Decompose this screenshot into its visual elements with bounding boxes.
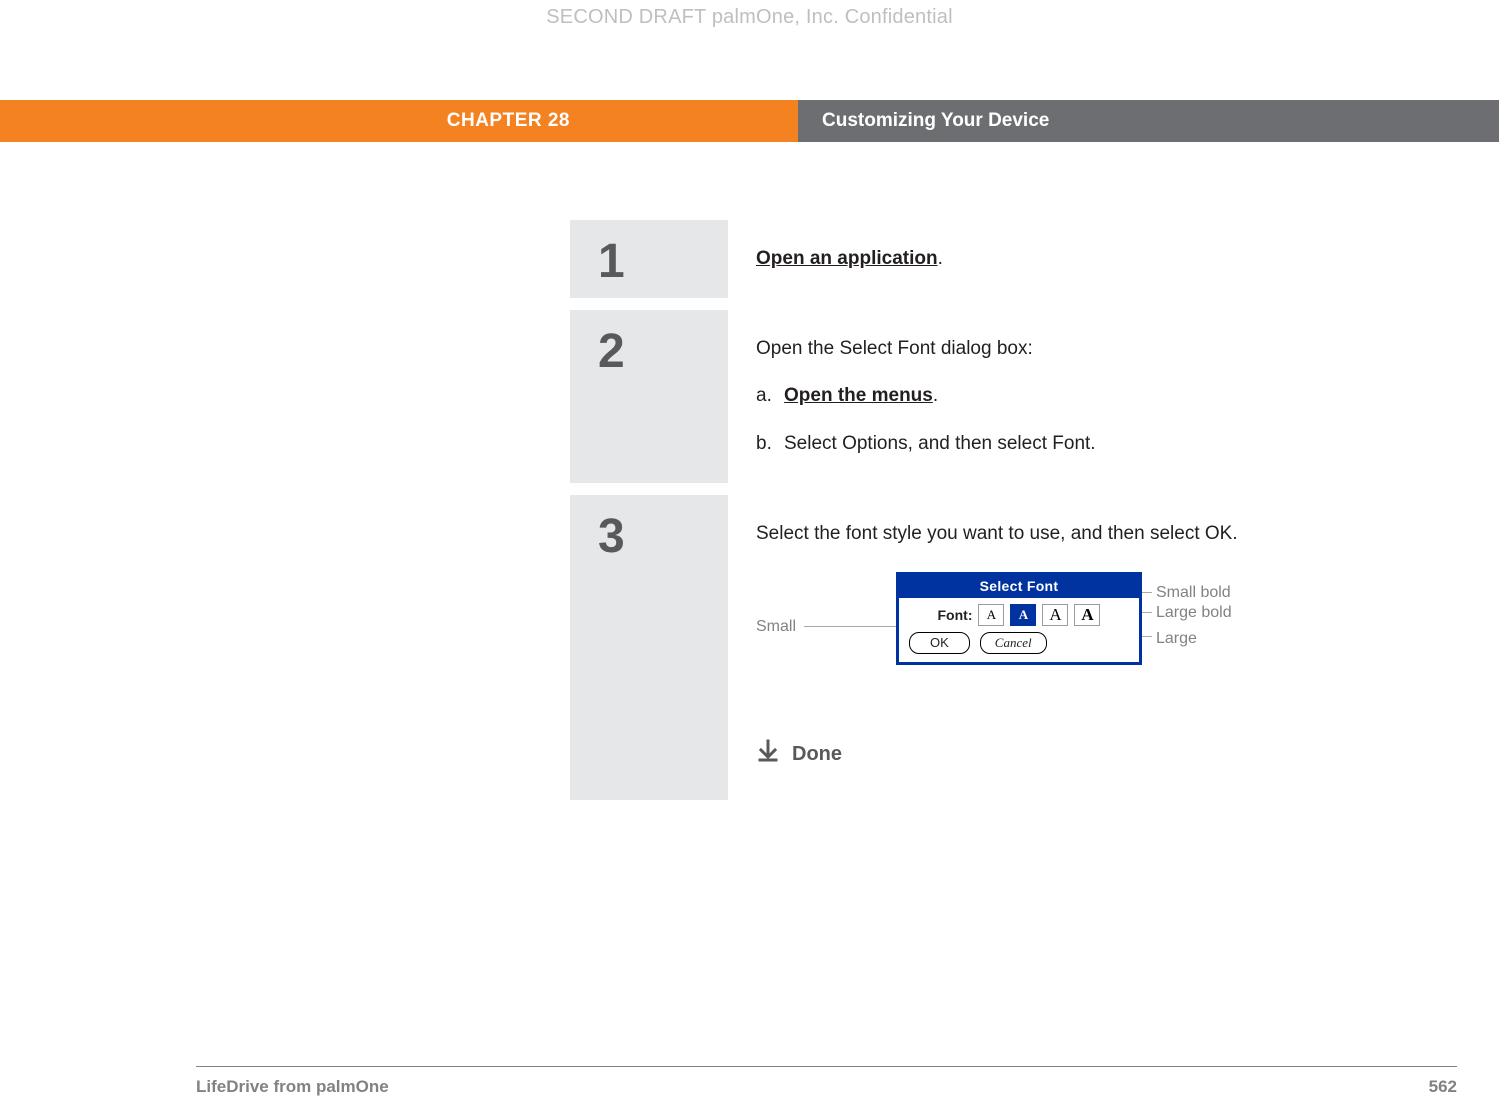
step-3-text: Select the font style you want to use, a… — [756, 521, 1472, 547]
step-2: 2 Open the Select Font dialog box: a. Op… — [570, 310, 1499, 483]
chapter-bar: CHAPTER 28 Customizing Your Device — [0, 100, 1499, 142]
cancel-button[interactable]: Cancel — [980, 632, 1047, 654]
chapter-label: CHAPTER 28 — [0, 100, 798, 142]
step-number: 3 — [570, 495, 728, 801]
ok-button[interactable]: OK — [909, 632, 970, 654]
footer-product: LifeDrive from palmOne — [196, 1077, 389, 1097]
step-number: 2 — [570, 310, 728, 483]
step-2b-text: Select Options, and then select Font. — [784, 431, 1096, 457]
open-menus-link[interactable]: Open the menus — [784, 385, 933, 406]
footer-rule — [196, 1066, 1457, 1067]
step-1: 1 Open an application. — [570, 220, 1499, 298]
list-label-a: a. — [756, 383, 784, 409]
text: . — [933, 385, 938, 406]
select-font-dialog: Select Font Font: A A A A OK Cancel — [896, 572, 1142, 665]
done-label: Done — [792, 741, 842, 768]
font-option-small[interactable]: A — [978, 604, 1004, 626]
callout-small: Small — [756, 616, 796, 638]
callout-small-bold: Small bold — [1156, 582, 1231, 604]
text: . — [938, 248, 943, 269]
font-option-small-bold[interactable]: A — [1010, 604, 1036, 626]
dialog-title: Select Font — [899, 575, 1139, 598]
callout-large-bold: Large bold — [1156, 602, 1232, 624]
done-icon — [756, 738, 780, 770]
font-option-large-bold[interactable]: A — [1074, 604, 1100, 626]
step-2-intro: Open the Select Font dialog box: — [756, 336, 1472, 362]
open-application-link[interactable]: Open an application — [756, 248, 938, 269]
step-number: 1 — [570, 220, 728, 298]
page-number: 562 — [1429, 1077, 1457, 1097]
callout-large: Large — [1156, 628, 1197, 650]
leader-line — [804, 626, 904, 627]
list-label-b: b. — [756, 431, 784, 457]
watermark: SECOND DRAFT palmOne, Inc. Confidential — [0, 6, 1499, 29]
step-3: 3 Select the font style you want to use,… — [570, 495, 1499, 801]
font-option-large[interactable]: A — [1042, 604, 1068, 626]
chapter-title: Customizing Your Device — [798, 100, 1499, 142]
font-label: Font: — [938, 606, 973, 625]
